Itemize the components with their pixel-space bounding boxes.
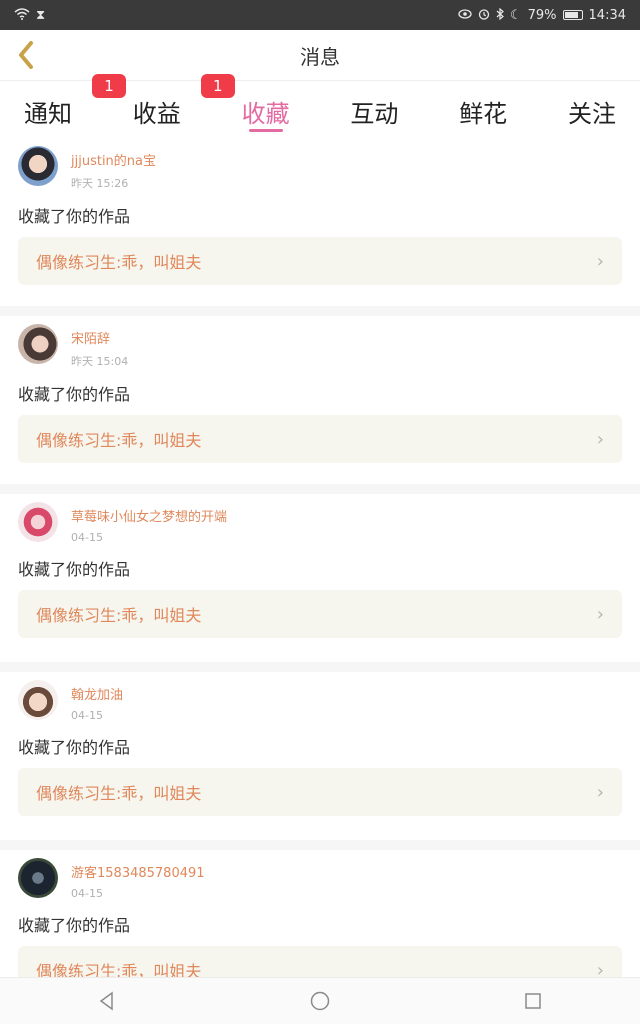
action-text: 收藏了你的作品: [18, 738, 131, 757]
avatar[interactable]: [18, 858, 58, 898]
tab-flowers[interactable]: 鲜花: [459, 80, 507, 138]
user-name[interactable]: jjjustin的na宝: [71, 150, 156, 169]
system-nav-bar: [0, 977, 640, 1024]
active-tab-indicator: [248, 129, 283, 132]
action-text: 收藏了你的作品: [18, 385, 131, 404]
divider: [0, 306, 640, 316]
battery-percent: 79%: [527, 7, 557, 23]
page-title: 消息: [300, 44, 340, 69]
moon-icon: ☾: [509, 7, 522, 23]
user-name[interactable]: 游客1583485780491: [71, 862, 205, 881]
tab-earnings[interactable]: 收益 1: [133, 74, 235, 138]
chevron-right-icon: ›: [596, 428, 604, 450]
avatar[interactable]: [18, 502, 58, 542]
work-link[interactable]: 偶像练习生:乖，叫姐夫 ›: [18, 768, 622, 816]
back-triangle-icon: [99, 991, 113, 1011]
notification-badge: 1: [92, 74, 126, 98]
avatar[interactable]: [18, 146, 58, 186]
hourglass-icon: ⧗: [36, 7, 46, 23]
list-item: 宋陌辞 昨天 15:04 收藏了你的作品 偶像练习生:乖，叫姐夫 ›: [0, 316, 640, 484]
status-bar: ⧗ ☾ 79% 14:34: [0, 0, 640, 30]
action-text: 收藏了你的作品: [18, 560, 131, 579]
nav-back-button[interactable]: [87, 981, 127, 1021]
wifi-icon: [14, 7, 30, 23]
user-name[interactable]: 翰龙加油: [71, 684, 123, 703]
divider: [0, 662, 640, 672]
list-item: jjjustin的na宝 昨天 15:26 收藏了你的作品 偶像练习生:乖，叫姐…: [0, 138, 640, 306]
action-text: 收藏了你的作品: [18, 916, 131, 935]
work-link[interactable]: 偶像练习生:乖，叫姐夫 ›: [18, 415, 622, 463]
work-title: 偶像练习生:乖，叫姐夫: [36, 253, 202, 272]
work-title: 偶像练习生:乖，叫姐夫: [36, 606, 202, 625]
chevron-right-icon: ›: [596, 250, 604, 272]
divider: [0, 840, 640, 850]
chevron-left-icon: [19, 41, 33, 69]
home-circle-icon: [310, 991, 330, 1011]
action-text: 收藏了你的作品: [18, 207, 131, 226]
user-name[interactable]: 草莓味小仙女之梦想的开端: [71, 506, 227, 525]
avatar[interactable]: [18, 680, 58, 720]
work-title: 偶像练习生:乖，叫姐夫: [36, 784, 202, 803]
tab-bar: 通知 1 收益 1 收藏 互动 鲜花 关注: [0, 74, 640, 138]
work-link[interactable]: 偶像练习生:乖，叫姐夫 ›: [18, 237, 622, 285]
nav-home-button[interactable]: [300, 981, 340, 1021]
timestamp: 昨天 15:04: [71, 355, 129, 368]
back-button[interactable]: [10, 38, 42, 72]
user-name[interactable]: 宋陌辞: [71, 328, 128, 347]
list-item: 翰龙加油 04-15 收藏了你的作品 偶像练习生:乖，叫姐夫 ›: [0, 672, 640, 840]
clock: 14:34: [588, 7, 626, 23]
chevron-right-icon: ›: [596, 603, 604, 625]
favorites-feed: jjjustin的na宝 昨天 15:26 收藏了你的作品 偶像练习生:乖，叫姐…: [0, 138, 640, 1018]
divider: [0, 484, 640, 494]
eye-icon: [458, 8, 472, 22]
tab-notifications[interactable]: 通知 1: [24, 74, 126, 138]
timestamp: 04-15: [71, 887, 103, 900]
avatar[interactable]: [18, 324, 58, 364]
timestamp: 04-15: [71, 531, 103, 544]
list-item: 草莓味小仙女之梦想的开端 04-15 收藏了你的作品 偶像练习生:乖，叫姐夫 ›: [0, 494, 640, 662]
battery-icon: [562, 10, 583, 20]
tab-following[interactable]: 关注: [568, 80, 616, 138]
chevron-right-icon: ›: [596, 781, 604, 803]
tab-favorites[interactable]: 收藏: [242, 80, 290, 138]
recents-square-icon: [525, 993, 542, 1009]
work-link[interactable]: 偶像练习生:乖，叫姐夫 ›: [18, 590, 622, 638]
timestamp: 04-15: [71, 709, 103, 722]
bluetooth-icon: [496, 7, 504, 23]
nav-recents-button[interactable]: [513, 981, 553, 1021]
work-title: 偶像练习生:乖，叫姐夫: [36, 431, 202, 450]
tab-interactions[interactable]: 互动: [350, 80, 398, 138]
alarm-icon: [478, 8, 490, 23]
timestamp: 昨天 15:26: [71, 177, 129, 190]
earnings-badge: 1: [200, 74, 235, 98]
